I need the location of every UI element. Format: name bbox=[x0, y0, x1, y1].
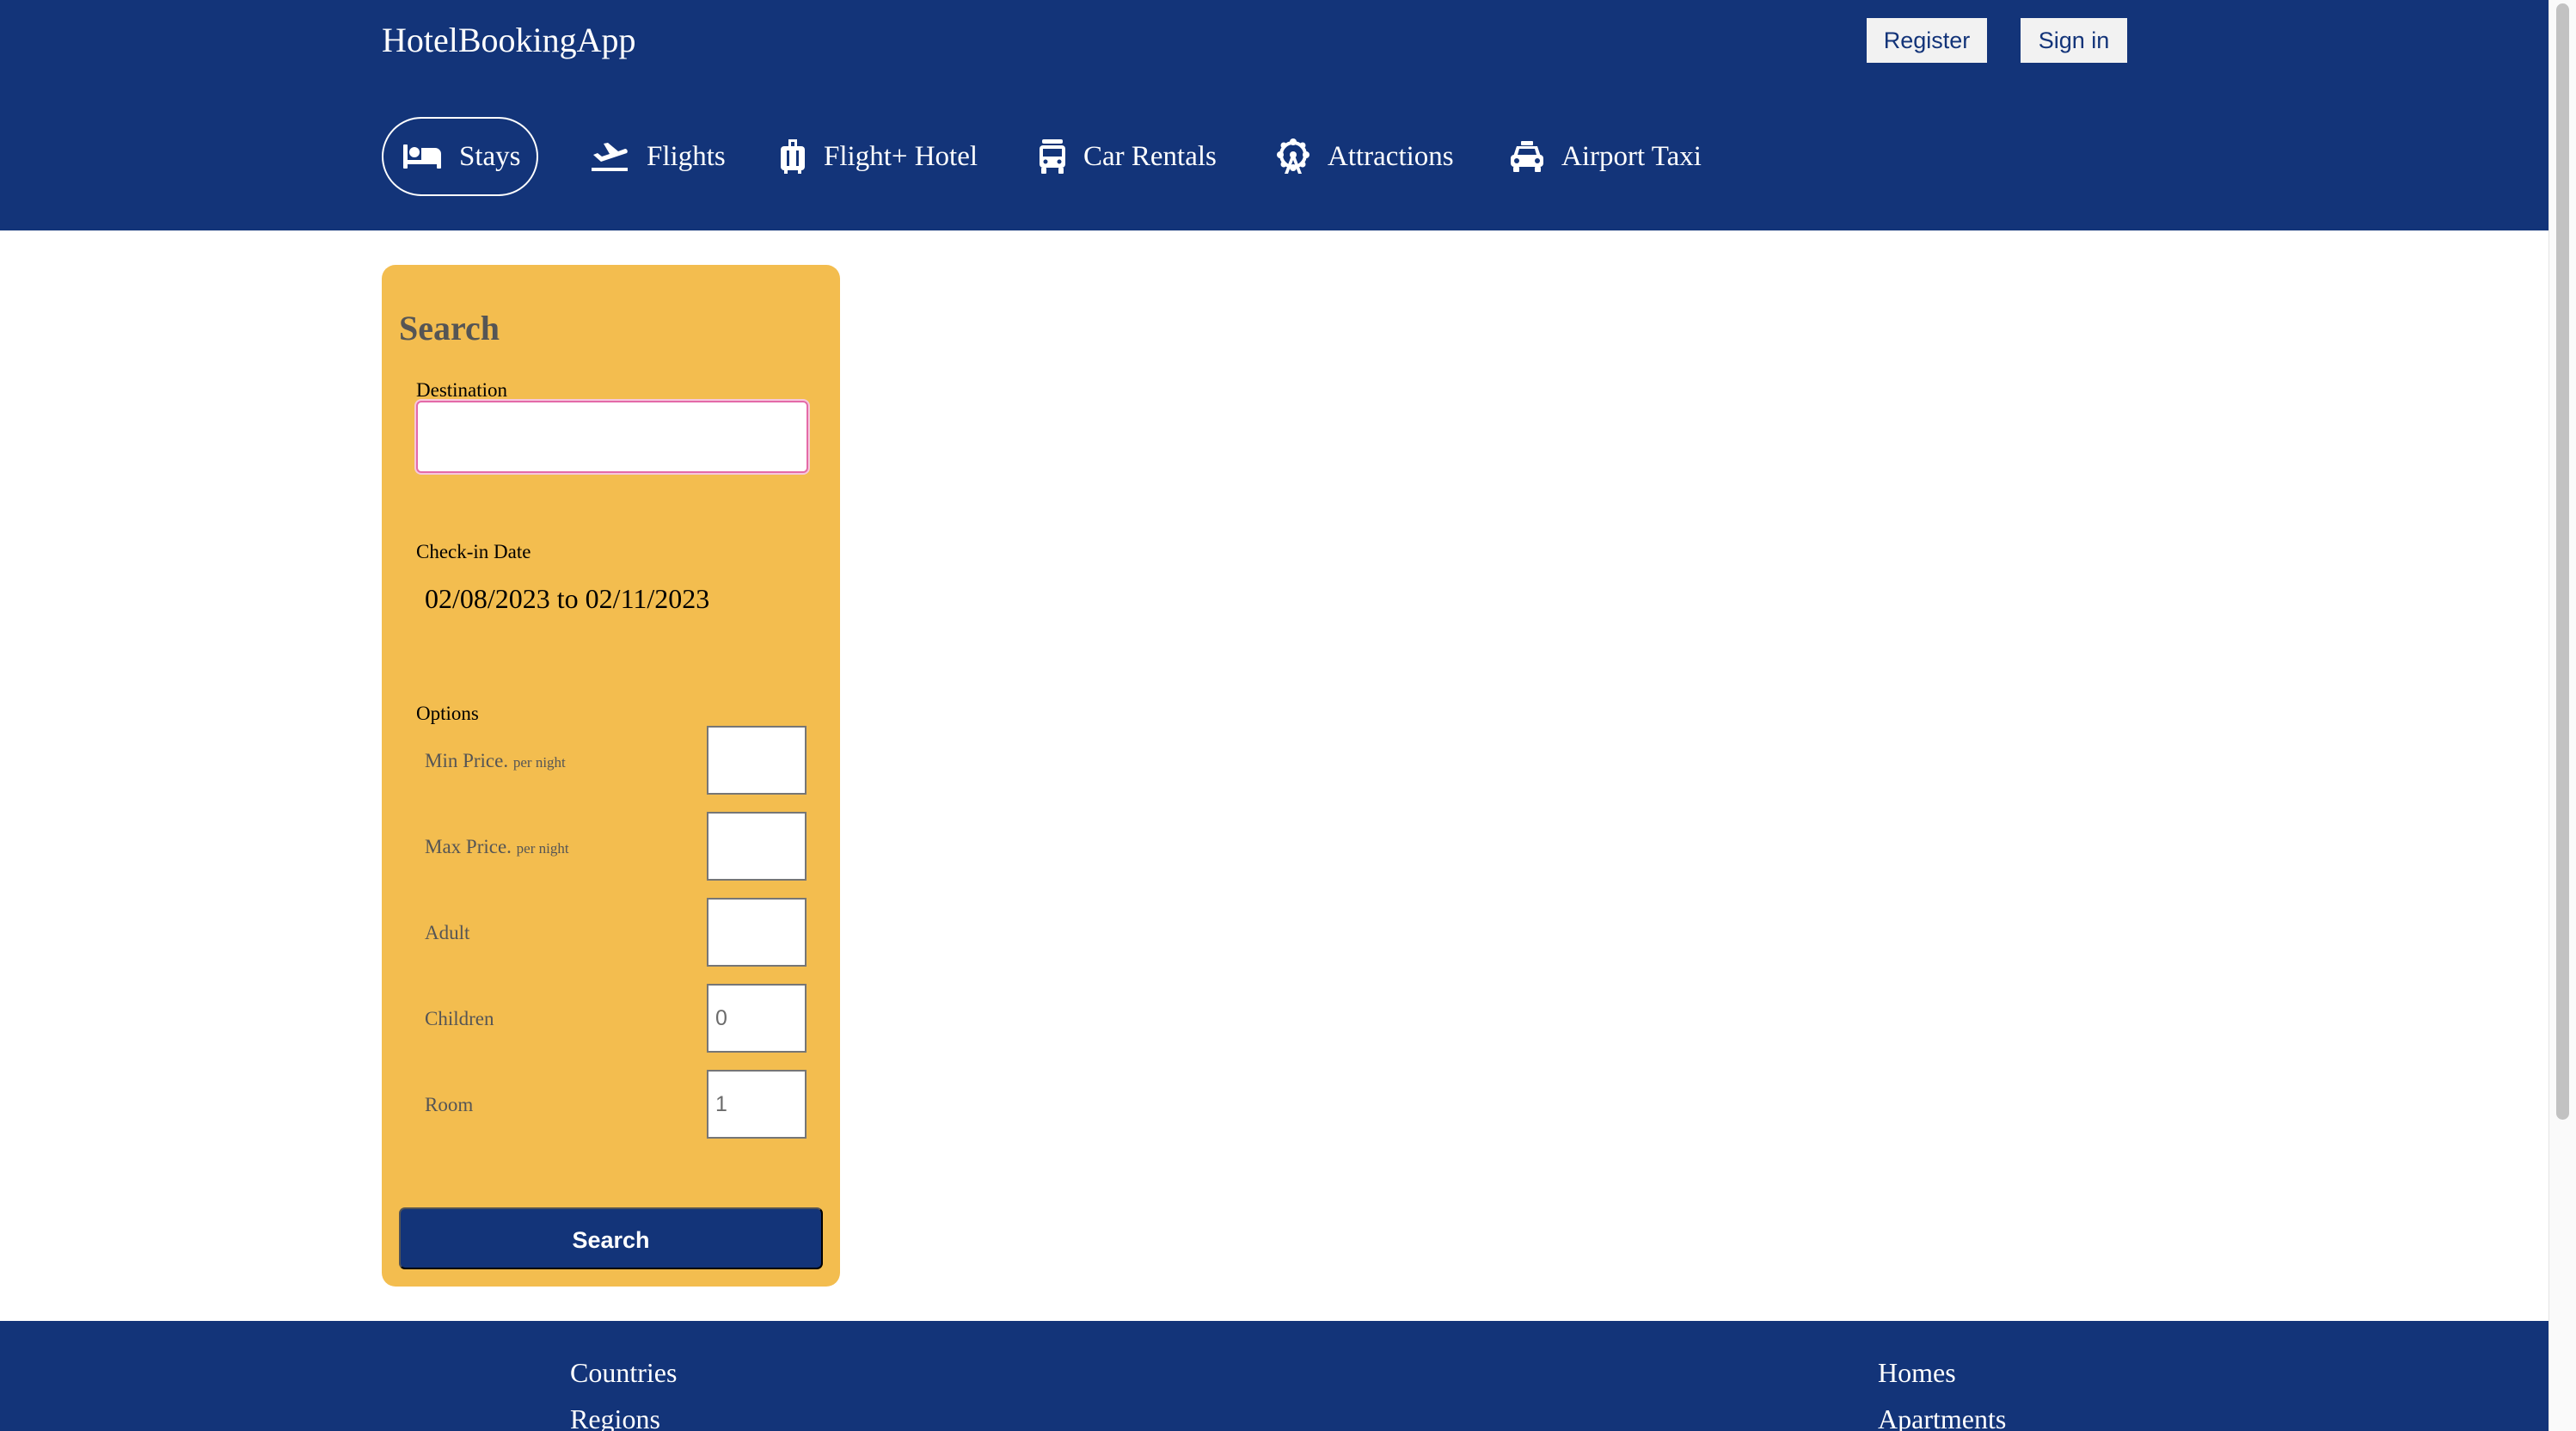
signin-button[interactable]: Sign in bbox=[2021, 18, 2127, 63]
adult-input[interactable] bbox=[707, 898, 807, 967]
option-row-adult: Adult bbox=[425, 898, 808, 967]
footer-link-countries[interactable]: Countries bbox=[570, 1355, 677, 1390]
options-label: Options bbox=[416, 703, 479, 724]
destination-input[interactable] bbox=[416, 401, 808, 473]
nav-item-attractions[interactable]: Attractions bbox=[1276, 117, 1454, 196]
car-rental-icon bbox=[1039, 138, 1066, 175]
register-button[interactable]: Register bbox=[1867, 18, 1987, 63]
room-label: Room bbox=[425, 1094, 474, 1115]
nav-label-airport-taxi: Airport Taxi bbox=[1561, 140, 1702, 172]
ferris-wheel-icon bbox=[1276, 138, 1310, 175]
nav-item-airport-taxi[interactable]: Airport Taxi bbox=[1510, 117, 1702, 196]
footer-link-homes[interactable]: Homes bbox=[1878, 1355, 1956, 1390]
min-price-suffix: per night bbox=[512, 754, 566, 771]
max-price-label: Max Price. per night bbox=[425, 836, 569, 857]
destination-label: Destination bbox=[416, 379, 508, 401]
room-input[interactable]: 1 bbox=[707, 1070, 807, 1139]
luggage-icon bbox=[779, 138, 807, 175]
nav-item-flights[interactable]: Flights bbox=[592, 117, 726, 196]
nav-label-attractions: Attractions bbox=[1328, 140, 1454, 172]
search-panel: Search Destination Check-in Date 02/08/2… bbox=[382, 265, 840, 1287]
children-label: Children bbox=[425, 1008, 494, 1029]
bed-icon bbox=[402, 143, 442, 170]
date-range-picker[interactable]: 02/08/2023 to 02/11/2023 bbox=[425, 581, 709, 616]
nav-label-car-rentals: Car Rentals bbox=[1083, 140, 1217, 172]
max-price-input[interactable] bbox=[707, 812, 807, 881]
adult-label: Adult bbox=[425, 922, 470, 943]
nav-item-stays[interactable]: Stays bbox=[382, 117, 538, 196]
nav-item-car-rentals[interactable]: Car Rentals bbox=[1039, 117, 1217, 196]
nav-item-flight-hotel[interactable]: Flight+ Hotel bbox=[779, 117, 978, 196]
scrollbar-thumb[interactable] bbox=[2556, 3, 2569, 1120]
option-row-room: Room 1 bbox=[425, 1070, 808, 1139]
option-row-min-price: Min Price. per night bbox=[425, 726, 808, 795]
search-button[interactable]: Search bbox=[399, 1207, 823, 1269]
nav-label-flights: Flights bbox=[647, 140, 726, 172]
children-input[interactable]: 0 bbox=[707, 984, 807, 1053]
taxi-icon bbox=[1510, 140, 1544, 173]
page-scrollbar[interactable] bbox=[2548, 0, 2576, 1431]
option-row-children: Children 0 bbox=[425, 984, 808, 1053]
app-logo[interactable]: HotelBookingApp bbox=[382, 19, 636, 62]
footer: Countries Regions Homes Apartments bbox=[0, 1321, 2548, 1431]
footer-link-apartments[interactable]: Apartments bbox=[1878, 1402, 2006, 1431]
footer-link-regions[interactable]: Regions bbox=[570, 1402, 660, 1431]
min-price-input[interactable] bbox=[707, 726, 807, 795]
search-title: Search bbox=[399, 309, 500, 347]
min-price-label: Min Price. per night bbox=[425, 750, 566, 771]
nav-label-stays: Stays bbox=[459, 140, 521, 172]
nav-label-flight-hotel: Flight+ Hotel bbox=[824, 140, 978, 172]
option-row-max-price: Max Price. per night bbox=[425, 812, 808, 881]
max-price-suffix: per night bbox=[516, 840, 569, 857]
plane-icon bbox=[592, 141, 629, 172]
checkin-label: Check-in Date bbox=[416, 541, 531, 562]
top-header: HotelBookingApp Register Sign in Stays F… bbox=[0, 0, 2548, 230]
